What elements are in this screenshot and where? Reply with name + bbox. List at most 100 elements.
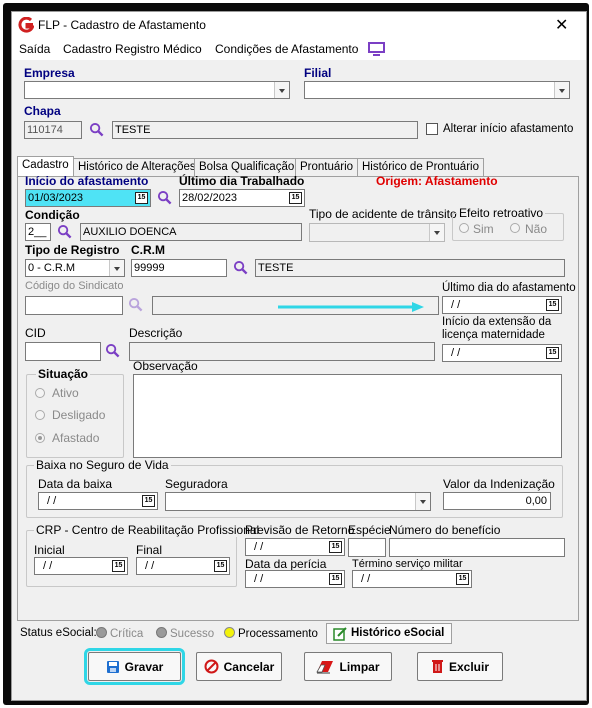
calendar-icon[interactable]: 15: [329, 541, 342, 553]
filial-select[interactable]: [304, 81, 570, 99]
seguradora-select[interactable]: [165, 492, 431, 511]
search-icon[interactable]: [233, 260, 248, 275]
cid-label: CID: [25, 326, 46, 340]
situacao-desligado-radio[interactable]: [35, 410, 45, 420]
search-icon[interactable]: [89, 122, 104, 137]
search-icon[interactable]: [105, 343, 120, 358]
situacao-ativo-radio[interactable]: [35, 388, 45, 398]
chevron-down-icon[interactable]: [554, 82, 569, 98]
sucesso-dot-icon: [156, 627, 167, 638]
inicio-date-input[interactable]: 01/03/2023 15: [25, 189, 151, 207]
empresa-label: Empresa: [24, 66, 75, 80]
valor-input[interactable]: 0,00: [443, 492, 551, 510]
crp-title: CRP - Centro de Reabilitação Profissiona…: [34, 523, 262, 537]
chevron-down-icon[interactable]: [109, 260, 124, 276]
search-icon[interactable]: [157, 190, 172, 205]
chevron-down-icon[interactable]: [415, 493, 430, 510]
efeito-sim-radio[interactable]: [459, 223, 469, 233]
gravar-button[interactable]: Gravar: [84, 648, 185, 685]
chevron-down-icon[interactable]: [429, 224, 444, 241]
situacao-afastado-label: Afastado: [52, 431, 100, 445]
crp-inicial-input[interactable]: / /15: [34, 557, 128, 575]
menu-condicoes[interactable]: Condições de Afastamento: [215, 42, 358, 56]
cancelar-label: Cancelar: [223, 659, 275, 674]
status-bar: Status eSocial: Crítica Sucesso Processa…: [12, 622, 586, 646]
baixa-data-input[interactable]: / /15: [38, 492, 158, 510]
app-logo-icon: [18, 17, 34, 33]
termino-input[interactable]: / /15: [352, 570, 472, 588]
trash-icon: [431, 660, 443, 673]
observacao-textarea[interactable]: [133, 374, 562, 458]
limpar-button[interactable]: Limpar: [304, 652, 392, 681]
seguradora-label: Seguradora: [165, 477, 228, 491]
pericia-input[interactable]: / /15: [245, 570, 345, 588]
inicio-ext-label-1: Início da extensão da: [442, 316, 552, 328]
close-button[interactable]: ✕: [555, 15, 568, 35]
chapa-label: Chapa: [24, 104, 61, 118]
search-icon[interactable]: [128, 297, 143, 312]
crp-inicial-label: Inicial: [34, 543, 65, 557]
status-label: Status eSocial:: [20, 627, 97, 639]
condicao-desc-field: AUXILIO DOENCA: [80, 223, 302, 241]
calendar-icon[interactable]: 15: [142, 495, 155, 507]
main-window: FLP - Cadastro de Afastamento ✕ Saída Ca…: [11, 11, 587, 701]
empresa-select[interactable]: [24, 81, 290, 99]
numero-input[interactable]: [389, 538, 565, 557]
calendar-icon[interactable]: 15: [289, 192, 302, 204]
condicao-code-input[interactable]: 2__: [25, 223, 51, 241]
situacao-afastado-radio[interactable]: [35, 433, 45, 443]
save-icon: [106, 660, 119, 673]
menu-cadastro-medico[interactable]: Cadastro Registro Médico: [63, 42, 202, 56]
filial-label: Filial: [304, 66, 332, 80]
calendar-icon[interactable]: 15: [329, 573, 342, 585]
status-sucesso: Sucesso: [156, 627, 214, 640]
menu-saida[interactable]: Saída: [19, 42, 50, 56]
historico-esocial-label: Histórico eSocial: [351, 627, 445, 639]
title-bar: FLP - Cadastro de Afastamento ✕: [12, 12, 586, 38]
valor-label: Valor da Indenização: [443, 477, 555, 491]
sindicato-input[interactable]: [25, 296, 123, 315]
pericia-label: Data da perícia: [245, 557, 327, 571]
tab-prontuario[interactable]: Prontuário: [295, 158, 359, 176]
efeito-nao-radio[interactable]: [510, 223, 520, 233]
calendar-icon[interactable]: 15: [214, 560, 227, 572]
efeito-sim-label: Sim: [473, 222, 494, 236]
acidente-select[interactable]: [309, 223, 445, 242]
ultimo-trab-label: Último dia Trabalhado: [179, 174, 305, 188]
chapa-input[interactable]: 110174: [24, 121, 82, 139]
crm-input[interactable]: 99999: [131, 259, 227, 277]
ultimo-afast-label: Último dia do afastamento: [442, 282, 576, 294]
situacao-ativo-label: Ativo: [52, 386, 79, 400]
chevron-down-icon[interactable]: [274, 82, 289, 98]
origem-label: Origem: Afastamento: [376, 174, 498, 188]
efeito-nao-label: Não: [525, 222, 548, 236]
historico-esocial-button[interactable]: Histórico eSocial: [326, 623, 452, 644]
ultimo-afast-input[interactable]: / /15: [442, 296, 562, 314]
menu-bar: Saída Cadastro Registro Médico Condições…: [12, 38, 586, 60]
crp-final-input[interactable]: / /15: [136, 557, 230, 575]
inicio-ext-input[interactable]: / /15: [442, 344, 562, 362]
calendar-icon[interactable]: 15: [456, 573, 469, 585]
calendar-icon[interactable]: 15: [135, 192, 148, 204]
calendar-icon[interactable]: 15: [546, 299, 559, 311]
calendar-icon[interactable]: 15: [546, 347, 559, 359]
especie-input[interactable]: [348, 538, 386, 557]
alterar-checkbox[interactable]: [426, 123, 438, 135]
cancelar-button[interactable]: Cancelar: [196, 652, 282, 681]
status-critica: Crítica: [96, 627, 143, 640]
efeito-label: Efeito retroativo: [457, 206, 546, 220]
tipo-registro-select[interactable]: 0 - C.R.M: [25, 259, 125, 277]
numero-label: Número do benefício: [389, 523, 501, 537]
sindicato-label: Código do Sindicato: [25, 280, 124, 292]
previsao-input[interactable]: / /15: [245, 538, 345, 556]
alterar-label: Alterar início afastamento: [443, 123, 574, 135]
critica-dot-icon: [96, 627, 107, 638]
processamento-dot-icon: [224, 627, 235, 638]
monitor-icon[interactable]: [368, 42, 385, 56]
condicao-label: Condição: [25, 208, 80, 222]
excluir-button[interactable]: Excluir: [417, 652, 503, 681]
search-icon[interactable]: [57, 224, 72, 239]
calendar-icon[interactable]: 15: [112, 560, 125, 572]
cid-input[interactable]: [25, 342, 101, 361]
ultimo-trab-input[interactable]: 28/02/2023 15: [179, 189, 305, 207]
